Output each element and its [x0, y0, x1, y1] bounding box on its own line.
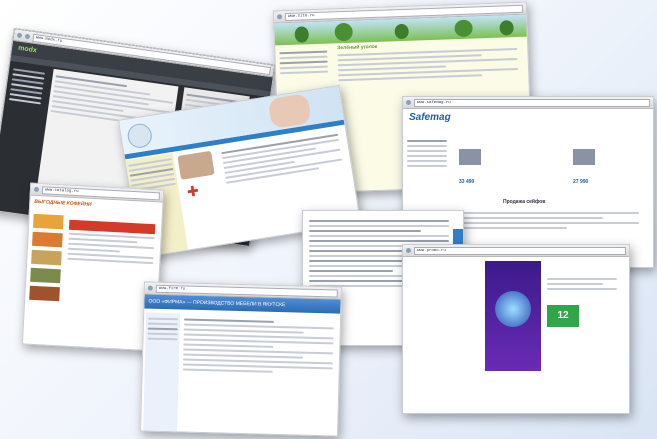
- back-icon: [147, 285, 153, 291]
- back-icon: [406, 100, 411, 105]
- product-price: 33 490: [459, 179, 475, 185]
- ad-banner: [485, 261, 541, 371]
- section-heading: Продажа сейфов: [503, 199, 546, 205]
- browser-chrome: www.promo.ru: [403, 245, 629, 257]
- address-bar: www.safemag.ru: [414, 98, 650, 107]
- screenshot-ad: www.promo.ru 12: [402, 244, 630, 414]
- site-logo: Safemag: [409, 111, 451, 123]
- doctor-photo: [177, 150, 215, 180]
- back-icon: [406, 248, 411, 253]
- screenshot-company: www.firm.ru ООО «ФИРМА» — ПРОИЗВОДСТВО М…: [140, 281, 342, 437]
- product-price: 27 990: [573, 179, 589, 185]
- back-icon: [16, 32, 23, 39]
- product-image: [573, 149, 595, 165]
- browser-chrome: www.safemag.ru: [403, 97, 653, 109]
- forward-icon: [24, 33, 31, 40]
- red-cross-icon: ✚: [185, 182, 200, 200]
- product-image: [459, 149, 481, 165]
- site-logo: modx: [17, 44, 38, 55]
- badge: 12: [547, 305, 579, 327]
- address-bar: www.promo.ru: [414, 246, 626, 255]
- back-icon: [277, 14, 283, 20]
- back-icon: [33, 186, 40, 193]
